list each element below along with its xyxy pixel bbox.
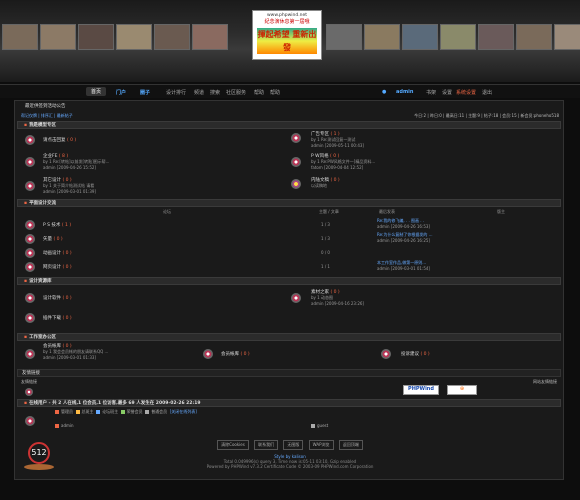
forum-name[interactable]: 动画设计 ( 0 ) — [43, 250, 72, 256]
nav-user-link[interactable]: 系统设置 — [456, 89, 476, 96]
forum-status-icon — [25, 349, 35, 359]
forum-status-icon — [25, 313, 35, 323]
nav-link[interactable]: 帮助 — [270, 89, 280, 96]
nav-username[interactable]: admin — [396, 89, 413, 95]
notice-bar[interactable]: 最近供签到活动公告 — [17, 103, 561, 111]
phpwind-logo[interactable]: PHPWind — [403, 385, 439, 395]
forum-main: 最近供签到活动公告 帮记仅牌 | 排序汇 | 最新帖子 今日:2 | 昨日:0 … — [14, 100, 564, 480]
forum-status-icon — [25, 248, 35, 258]
nav-portal[interactable]: 门户 — [116, 89, 126, 96]
photo-strip-right — [326, 24, 580, 50]
forum-last-meta: admin [2009-04-16 23:26] — [311, 301, 364, 306]
wap-button[interactable]: WAP浏览 — [308, 440, 334, 450]
nav-link[interactable]: 频道 — [194, 89, 204, 96]
forum-last-meta: admin [2009-04-26 16:25] — [377, 238, 430, 243]
footer: 清除Cookies 联系我们 无图版 WAP浏览 返回顶端 Style by k… — [0, 440, 580, 469]
forum-last-meta: admin [2009-03-01 01:54] — [377, 266, 430, 271]
forum-status-icon — [25, 220, 35, 230]
forum-status-icon — [25, 262, 35, 272]
forum-name[interactable]: 矢量 ( 0 ) — [43, 236, 63, 242]
forum-last-meta: admin [2009-03-01 01:39] — [43, 189, 96, 194]
online-legend: 管理员 总斑主 论坛斑主 荣誉会员 普通会员 [关闭在线列表] — [55, 409, 197, 415]
forum-status-icon — [291, 133, 301, 143]
nav-home[interactable]: 首页 — [86, 87, 107, 96]
forum-topics: 1 / 3 — [321, 222, 330, 227]
online-header[interactable]: 在线用户 - 共 2 人在线,1 位会员,1 位访客,最多 69 人发生在 20… — [17, 399, 561, 407]
forum-name[interactable]: 设计软件 ( 0 ) — [43, 295, 72, 301]
section-header[interactable]: 我是模型专区 — [17, 121, 561, 129]
forum-last-meta: admin [2009-04-26 16:53] — [377, 224, 430, 229]
forum-status-icon — [381, 349, 391, 359]
online-user[interactable]: admin — [55, 423, 74, 428]
forum-status-icon — [25, 234, 35, 244]
forum-name[interactable]: 会员帐库 ( 0 ) — [221, 351, 250, 357]
nav-link[interactable]: 设计排行 — [166, 89, 186, 96]
site-logo[interactable]: www.phpwind.net 紀念演休息第一屆哦 揮起希望 重新出發 — [252, 10, 322, 60]
nav-circle[interactable]: 圈子 — [140, 89, 150, 96]
forum-status-icon — [291, 179, 301, 189]
user-icon: ● — [382, 89, 387, 95]
section-header[interactable]: 平面设计交流 — [17, 199, 561, 207]
forum-last-meta: admin [2009-04-26 15:52] — [43, 165, 96, 170]
text-version-button[interactable]: 无图版 — [283, 440, 304, 450]
forum-status-icon — [291, 293, 301, 303]
forum-name[interactable]: 投诉建议 ( 0 ) — [401, 351, 430, 357]
footer-powered: Powered by PHPWind v7.3.2 Certificate Co… — [206, 464, 374, 469]
main-nav: 首页 门户 圈子 设计排行 频道 搜索 社区服务 帮助 帮助 ● admin 书… — [0, 84, 580, 98]
nav-link[interactable]: 搜索 — [210, 89, 220, 96]
section-header[interactable]: 设计资源库 — [17, 277, 561, 285]
contact-button[interactable]: 联系我们 — [254, 440, 279, 450]
forum-status-icon — [25, 293, 35, 303]
forum-name[interactable]: 请点击回复 ( 0 ) — [43, 137, 76, 143]
stats-bar: 帮记仅牌 | 排序汇 | 最新帖子 今日:2 | 昨日:0 | 最高日:11 |… — [17, 113, 561, 120]
notice-text[interactable]: 最近供签到活动公告 — [25, 104, 66, 109]
online-icon — [25, 416, 35, 426]
back-to-top-button[interactable]: 返回顶端 — [338, 440, 363, 450]
forum-status-icon — [291, 157, 301, 167]
nav-link[interactable]: 帮助 — [254, 89, 264, 96]
nav-user-link[interactable]: 退出 — [482, 89, 492, 96]
online-user[interactable]: guest — [311, 423, 328, 428]
forum-last-meta: admin [2009-03-01 01:33] — [43, 355, 96, 360]
table-header: 论坛 主题 / 文章 最后发表 版主 — [163, 209, 505, 214]
stats-text: 今日:2 | 昨日:0 | 最高日:11 | 主题:9 | 帖子:18 | 会员… — [414, 113, 559, 118]
forum-status-icon — [203, 349, 213, 359]
forum-last-meta: admin [2009-05-11 00:43] — [311, 143, 364, 148]
close-online-list-link[interactable]: [关闭在线列表] — [170, 409, 197, 414]
photo-strip-left — [2, 24, 228, 50]
partner-logo[interactable]: ⊕ — [447, 385, 477, 395]
stats-links[interactable]: 帮记仅牌 | 排序汇 | 最新帖子 — [21, 113, 73, 119]
links-header: 友情链接 — [17, 369, 561, 377]
forum-last-meta: fatom [2009-04-04 12:52] — [311, 165, 364, 170]
forum-status-icon — [25, 157, 35, 167]
forum-topics: 0 / 0 — [321, 250, 330, 255]
forum-name[interactable]: P S 技术 ( 1 ) — [43, 222, 71, 228]
forum-status-icon — [25, 181, 35, 191]
nav-user-link[interactable]: 设置 — [442, 89, 452, 96]
forum-topics: 1 / 3 — [321, 236, 330, 241]
forum-name[interactable]: 插件下载 ( 0 ) — [43, 315, 72, 321]
section-header[interactable]: 工作室办公区 — [17, 333, 561, 341]
links-icon — [25, 388, 33, 396]
forum-topics: 1 / 1 — [321, 264, 330, 269]
forum-status-icon — [25, 135, 35, 145]
clear-cookies-button[interactable]: 清除Cookies — [217, 440, 249, 450]
links-subheader: 友情链接 网站友情链接 — [21, 379, 557, 384]
forum-last-post[interactable]: 以读稿地 — [311, 183, 327, 189]
nav-user-link[interactable]: 书架 — [426, 89, 436, 96]
nav-link[interactable]: 社区服务 — [226, 89, 246, 96]
header-banner: www.phpwind.net 紀念演休息第一屆哦 揮起希望 重新出發 — [0, 0, 580, 82]
forum-name[interactable]: 网页设计 ( 0 ) — [43, 264, 72, 270]
